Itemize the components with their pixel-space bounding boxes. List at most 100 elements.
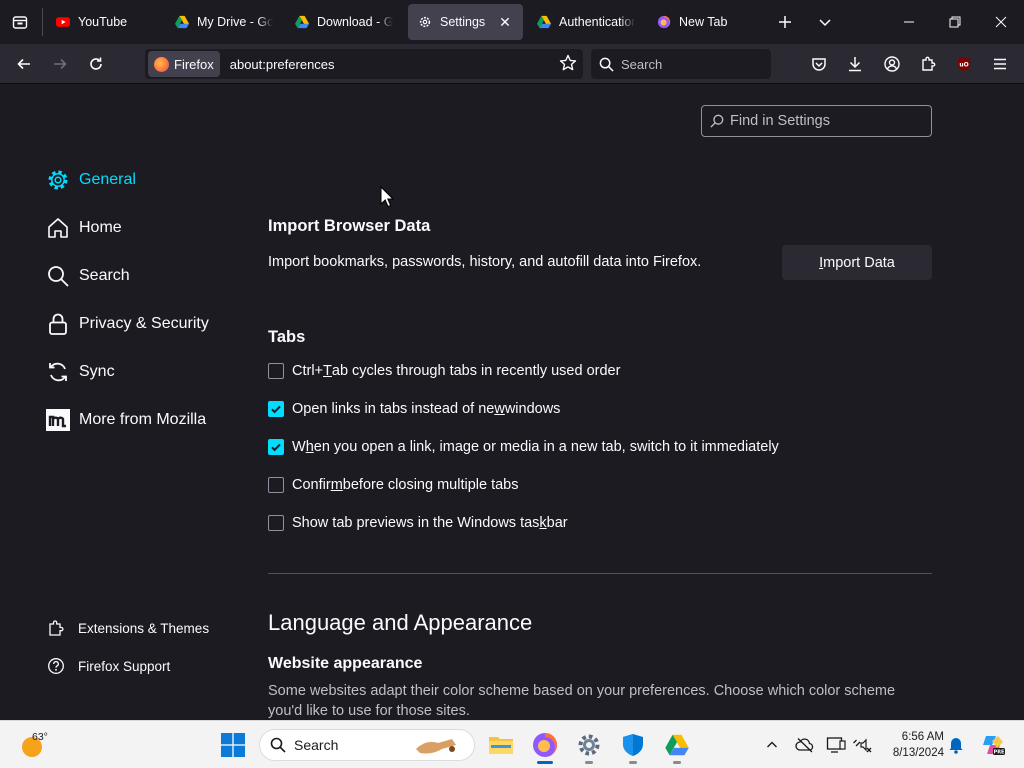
identity-box[interactable]: Firefox bbox=[148, 51, 220, 77]
windows-security-taskbar-button[interactable] bbox=[617, 729, 649, 764]
file-explorer-taskbar-button[interactable] bbox=[485, 729, 517, 761]
tab-my-drive[interactable]: My Drive - Go bbox=[165, 4, 283, 40]
category-sync[interactable]: Sync bbox=[46, 357, 115, 387]
reload-button[interactable] bbox=[82, 50, 110, 78]
lock-icon bbox=[46, 312, 70, 336]
firefox-view-button[interactable] bbox=[6, 8, 34, 36]
hamburger-menu-icon bbox=[994, 58, 1006, 70]
find-in-settings-input[interactable]: Find in Settings bbox=[701, 105, 932, 137]
taskbar-tab-previews-checkbox[interactable]: Show tab previews in the Windows tas k bar bbox=[268, 513, 568, 533]
checkbox-unchecked[interactable] bbox=[268, 477, 284, 493]
downloads-button[interactable] bbox=[841, 50, 869, 78]
minimize-button[interactable] bbox=[886, 0, 932, 44]
import-browser-data-heading: Import Browser Data bbox=[268, 217, 431, 235]
settings-taskbar-button[interactable] bbox=[573, 729, 605, 764]
category-search[interactable]: Search bbox=[46, 261, 130, 291]
svg-text:uO: uO bbox=[959, 62, 968, 69]
checkbox-checked[interactable] bbox=[268, 439, 284, 455]
chevron-up-icon bbox=[767, 741, 777, 748]
back-button[interactable] bbox=[10, 50, 38, 78]
running-indicator bbox=[629, 761, 637, 764]
account-button[interactable] bbox=[878, 50, 906, 78]
category-label: Search bbox=[79, 267, 130, 284]
running-indicator bbox=[585, 761, 593, 764]
copilot-button[interactable]: PRE bbox=[980, 733, 1006, 757]
category-label: Privacy & Security bbox=[79, 315, 209, 332]
firefox-support-link[interactable]: Firefox Support bbox=[47, 655, 170, 677]
restore-button[interactable] bbox=[932, 0, 978, 44]
tab-authentication[interactable]: Authenticatior bbox=[527, 4, 645, 40]
close-tab-button[interactable]: ✕ bbox=[497, 14, 513, 31]
bookmark-star-button[interactable] bbox=[559, 54, 577, 77]
pocket-button[interactable] bbox=[805, 50, 833, 78]
app-menu-button[interactable] bbox=[986, 50, 1014, 78]
section-divider bbox=[268, 573, 932, 574]
checkbox-checked[interactable] bbox=[268, 401, 284, 417]
extensions-themes-link[interactable]: Extensions & Themes bbox=[47, 617, 209, 639]
taskbar-search-placeholder: Search bbox=[294, 737, 339, 753]
weather-widget[interactable]: 63° bbox=[20, 729, 60, 761]
taskbar-search-box[interactable]: Search bbox=[259, 729, 475, 761]
category-more-from-mozilla[interactable]: More from Mozilla bbox=[46, 405, 206, 435]
puzzle-icon bbox=[922, 56, 936, 71]
category-general[interactable]: General bbox=[46, 165, 136, 195]
category-label: Sync bbox=[79, 363, 115, 380]
back-arrow-icon bbox=[17, 58, 30, 70]
option-text: bar bbox=[546, 515, 568, 531]
firefox-support-label: Firefox Support bbox=[78, 658, 171, 674]
switch-to-new-tab-checkbox[interactable]: Wh en you open a link, image or media in … bbox=[268, 437, 779, 457]
ublock-origin-button[interactable]: uO bbox=[950, 50, 978, 78]
category-label: More from Mozilla bbox=[79, 411, 207, 428]
display-tray-icon[interactable] bbox=[825, 733, 847, 757]
import-data-button[interactable]: Import Data bbox=[782, 245, 932, 280]
search-bar[interactable]: Search bbox=[591, 49, 771, 79]
taskbar-clock[interactable]: 6:56 AM 8/13/2024 bbox=[880, 729, 944, 761]
new-tab-button[interactable] bbox=[771, 8, 799, 36]
checkbox-unchecked[interactable] bbox=[268, 363, 284, 379]
shield-icon bbox=[623, 734, 643, 756]
cloud-offline-icon bbox=[795, 738, 814, 753]
firefox-taskbar-button[interactable] bbox=[529, 729, 561, 764]
network-volume-tray[interactable] bbox=[851, 733, 873, 757]
url-bar[interactable]: Firefox about:preferences bbox=[145, 49, 583, 79]
google-drive-taskbar-button[interactable] bbox=[661, 729, 693, 764]
tab-new-tab[interactable]: New Tab bbox=[647, 4, 765, 40]
onedrive-tray-icon[interactable] bbox=[794, 733, 816, 757]
google-drive-icon bbox=[295, 15, 309, 29]
open-links-in-tabs-checkbox[interactable]: Open links in tabs instead of ne w window… bbox=[268, 399, 560, 419]
extensions-button[interactable] bbox=[914, 50, 942, 78]
settings-page: Find in Settings General Home Search Pri… bbox=[0, 84, 1024, 720]
list-all-tabs-button[interactable] bbox=[811, 8, 839, 36]
forward-button[interactable] bbox=[46, 50, 74, 78]
navigation-toolbar: Firefox about:preferences Search uO bbox=[0, 44, 1024, 84]
access-key: T bbox=[323, 363, 332, 379]
folder-icon bbox=[489, 737, 513, 754]
access-key: k bbox=[539, 515, 547, 531]
checkmark-icon bbox=[271, 405, 281, 414]
forward-arrow-icon bbox=[54, 58, 67, 70]
window-close-button[interactable] bbox=[978, 0, 1024, 44]
url-text[interactable]: about:preferences bbox=[230, 57, 335, 72]
tab-settings[interactable]: Settings ✕ bbox=[408, 4, 523, 40]
gear-icon bbox=[419, 16, 431, 28]
ctrl-tab-recent-order-checkbox[interactable]: Ctrl+ Tab cycles through tabs in recently… bbox=[268, 361, 620, 381]
gear-icon bbox=[46, 168, 70, 192]
category-privacy-security[interactable]: Privacy & Security bbox=[46, 309, 209, 339]
tabs-heading: Tabs bbox=[268, 328, 306, 346]
notifications-button[interactable] bbox=[945, 733, 967, 757]
show-hidden-icons-button[interactable] bbox=[761, 733, 783, 757]
website-appearance-description: Some websites adapt their color scheme b… bbox=[268, 683, 896, 719]
confirm-close-multiple-tabs-checkbox[interactable]: Confir m before closing multiple tabs bbox=[268, 475, 519, 495]
start-button[interactable] bbox=[221, 733, 245, 757]
restore-icon bbox=[949, 16, 961, 28]
close-icon bbox=[995, 16, 1007, 28]
google-drive-icon bbox=[175, 15, 189, 29]
firefox-icon bbox=[154, 56, 169, 72]
tab-download[interactable]: Download - Go bbox=[285, 4, 403, 40]
category-home[interactable]: Home bbox=[46, 213, 122, 243]
access-key: m bbox=[330, 477, 343, 493]
minimize-icon bbox=[904, 21, 914, 23]
help-icon bbox=[47, 657, 65, 675]
tab-youtube[interactable]: YouTube bbox=[46, 4, 164, 40]
checkbox-unchecked[interactable] bbox=[268, 515, 284, 531]
